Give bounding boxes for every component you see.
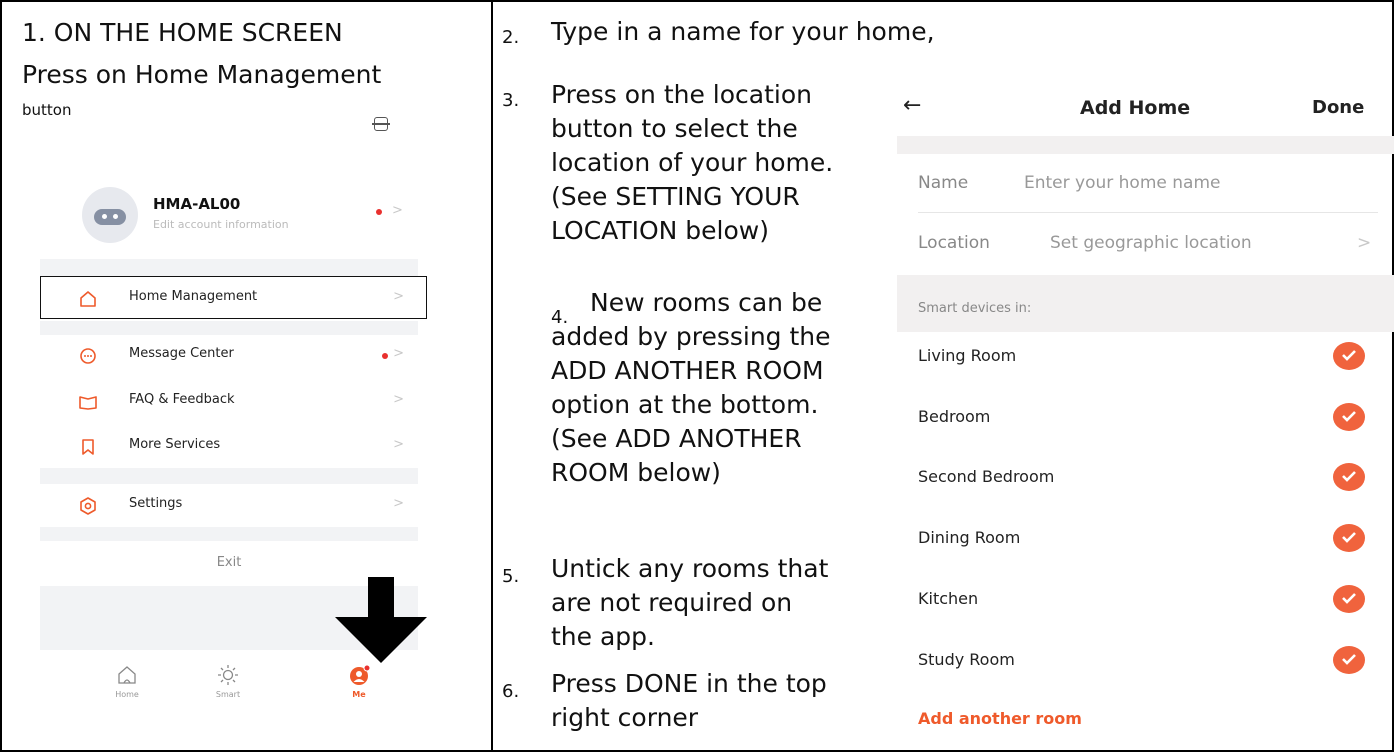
step-text: added by pressing the ADD ANOTHER ROOM opt… — [551, 322, 831, 487]
done-button[interactable]: Done — [1312, 97, 1364, 118]
room-name: Study Room — [918, 650, 1015, 669]
room-name: Dining Room — [918, 528, 1021, 547]
divider — [918, 212, 1378, 213]
menu-item-more-services[interactable]: More Services > — [40, 425, 430, 467]
hexagon-gear-icon — [80, 497, 96, 515]
instruction-heading: 1. ON THE HOME SCREEN — [22, 18, 343, 47]
section-gap — [40, 468, 418, 484]
robot-avatar-icon — [94, 209, 126, 225]
user-icon — [350, 664, 370, 685]
chevron-right-icon: > — [393, 346, 404, 361]
add-room-link[interactable]: Add another room — [918, 709, 1082, 728]
chevron-right-icon: > — [392, 203, 403, 218]
step-number: 5. — [502, 566, 520, 587]
check-icon — [1342, 350, 1356, 361]
bookmark-icon — [82, 439, 94, 455]
room-name: Kitchen — [918, 589, 979, 608]
step-text: Press DONE in the top right corner — [551, 669, 827, 732]
name-label: Name — [918, 173, 969, 193]
step-text: Type in a name for your home, — [551, 17, 935, 46]
chevron-right-icon: > — [393, 392, 404, 407]
notification-dot — [382, 353, 388, 359]
step-number: 6. — [502, 681, 520, 702]
room-checkbox[interactable] — [1333, 463, 1365, 491]
menu-item-faq-feedback[interactable]: FAQ & Feedback > — [40, 380, 430, 422]
menu-item-label: Message Center — [129, 346, 234, 361]
menu-item-label: More Services — [129, 437, 221, 452]
section-gap — [897, 136, 1394, 154]
chevron-right-icon: > — [393, 437, 404, 452]
check-icon — [1342, 593, 1356, 604]
tab-home[interactable]: Home — [97, 664, 157, 699]
highlight-box — [40, 276, 427, 319]
down-arrow-icon — [335, 577, 427, 663]
section-header: Smart devices in: — [918, 301, 1032, 316]
section-gap — [40, 321, 418, 335]
section-gap — [40, 259, 418, 277]
tab-label: Me — [352, 690, 366, 699]
step-number: 3. — [502, 90, 520, 111]
tab-label: Smart — [215, 690, 241, 699]
room-name: Bedroom — [918, 407, 991, 426]
room-name: Living Room — [918, 346, 1017, 365]
chevron-right-icon: > — [393, 496, 404, 511]
menu-item-label: Settings — [129, 496, 183, 511]
location-label: Location — [918, 233, 990, 253]
room-checkbox[interactable] — [1333, 646, 1365, 674]
tab-smart[interactable]: Smart — [198, 664, 258, 699]
menu-item-settings[interactable]: Settings > — [40, 484, 430, 526]
room-checkbox[interactable] — [1333, 585, 1365, 613]
sun-icon — [218, 665, 238, 685]
tab-me[interactable]: Me — [329, 664, 389, 699]
location-selector[interactable]: Set geographic location — [1050, 233, 1252, 253]
check-icon — [1342, 532, 1356, 543]
menu-item-message-center[interactable]: Message Center > — [40, 334, 430, 376]
home-name-input[interactable]: Enter your home name — [1024, 173, 1220, 193]
scan-icon[interactable] — [372, 117, 390, 131]
house-icon — [118, 666, 136, 684]
room-checkbox[interactable] — [1333, 403, 1365, 431]
exit-button[interactable]: Exit — [40, 555, 418, 570]
notification-dot — [376, 209, 382, 215]
screen-title: Add Home — [1080, 97, 1191, 119]
section-gap — [40, 527, 418, 541]
check-icon — [1342, 411, 1356, 422]
room-name: Second Bedroom — [918, 467, 1055, 486]
tab-label: Home — [115, 690, 139, 699]
instruction-note: button — [22, 101, 72, 119]
back-arrow-icon[interactable]: ← — [903, 93, 921, 118]
account-subtitle[interactable]: Edit account information — [153, 218, 289, 231]
step-text: Press on the location button to select th… — [551, 80, 834, 245]
book-icon — [79, 396, 97, 410]
room-checkbox[interactable] — [1333, 524, 1365, 552]
check-icon — [1342, 471, 1356, 482]
chat-bubble-icon — [80, 348, 96, 364]
instruction-subheading: Press on Home Management — [22, 60, 382, 89]
menu-item-label: FAQ & Feedback — [129, 392, 235, 407]
account-name[interactable]: HMA-AL00 — [153, 195, 240, 213]
check-icon — [1342, 654, 1356, 665]
chevron-right-icon: > — [1357, 233, 1372, 253]
step-text: Untick any rooms that are not required on… — [551, 554, 829, 651]
step-number: 2. — [502, 27, 520, 48]
step-text: New rooms can be — [590, 288, 823, 317]
room-checkbox[interactable] — [1333, 342, 1365, 370]
